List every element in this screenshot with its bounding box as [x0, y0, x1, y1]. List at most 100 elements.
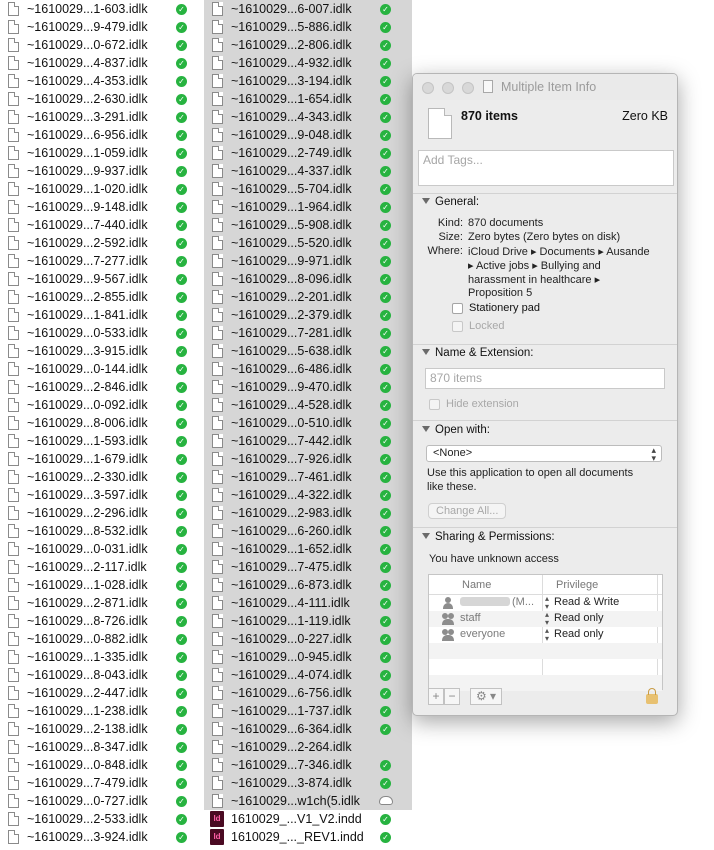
file-row[interactable]: ~1610029...4-322.idlk ✓ [204, 486, 412, 504]
file-row[interactable]: ~1610029...4-074.idlk ✓ [204, 666, 412, 684]
file-row[interactable]: ~1610029...1-238.idlk ✓ [0, 702, 200, 720]
file-row[interactable]: ~1610029...9-971.idlk ✓ [204, 252, 412, 270]
file-row[interactable]: ~1610029...3-291.idlk ✓ [0, 108, 200, 126]
file-row[interactable]: ~1610029...2-447.idlk ✓ [0, 684, 200, 702]
file-row[interactable]: ~1610029...5-638.idlk ✓ [204, 342, 412, 360]
permission-row[interactable]: staff ▴ ▾ Read only [429, 611, 662, 627]
file-row[interactable]: ~1610029...0-848.idlk ✓ [0, 756, 200, 774]
file-row[interactable]: ~1610029...2-201.idlk ✓ [204, 288, 412, 306]
file-row[interactable]: ~1610029...6-364.idlk ✓ [204, 720, 412, 738]
file-row[interactable]: ~1610029...1-679.idlk ✓ [0, 450, 200, 468]
file-row[interactable]: ~1610029...7-281.idlk ✓ [204, 324, 412, 342]
file-row[interactable]: ~1610029...2-983.idlk ✓ [204, 504, 412, 522]
file-row[interactable]: ~1610029...7-461.idlk ✓ [204, 468, 412, 486]
file-row[interactable]: ~1610029...0-227.idlk ✓ [204, 630, 412, 648]
file-row[interactable]: ~1610029...1-059.idlk ✓ [0, 144, 200, 162]
file-row[interactable]: ~1610029...1-964.idlk ✓ [204, 198, 412, 216]
file-row[interactable]: ~1610029...2-871.idlk ✓ [0, 594, 200, 612]
file-row[interactable]: ~1610029...4-111.idlk ✓ [204, 594, 412, 612]
file-row[interactable]: ~1610029...6-007.idlk ✓ [204, 0, 412, 18]
file-row[interactable]: ~1610029...1-028.idlk ✓ [0, 576, 200, 594]
file-row[interactable]: ~1610029...8-726.idlk ✓ [0, 612, 200, 630]
file-row[interactable]: ~1610029...7-440.idlk ✓ [0, 216, 200, 234]
file-row[interactable]: ~1610029...7-346.idlk ✓ [204, 756, 412, 774]
stationery-pad-checkbox[interactable] [452, 303, 463, 314]
file-row[interactable]: ~1610029...6-486.idlk ✓ [204, 360, 412, 378]
file-row[interactable]: ~1610029...5-704.idlk ✓ [204, 180, 412, 198]
add-user-button[interactable]: + [428, 688, 444, 705]
file-row[interactable]: Id 1610029_..._REV1.indd ✓ [204, 828, 412, 846]
remove-user-button[interactable]: − [444, 688, 460, 705]
file-row[interactable]: ~1610029...1-119.idlk ✓ [204, 612, 412, 630]
file-row[interactable]: ~1610029...0-727.idlk ✓ [0, 792, 200, 810]
sharing-permissions-section-toggle[interactable]: Sharing & Permissions: [422, 531, 555, 543]
file-row[interactable]: ~1610029...2-296.idlk ✓ [0, 504, 200, 522]
file-row[interactable]: ~1610029...8-006.idlk ✓ [0, 414, 200, 432]
file-row[interactable]: ~1610029...1-737.idlk ✓ [204, 702, 412, 720]
file-row[interactable]: ~1610029...9-470.idlk ✓ [204, 378, 412, 396]
file-row[interactable]: ~1610029...9-567.idlk ✓ [0, 270, 200, 288]
file-row[interactable]: ~1610029...9-048.idlk ✓ [204, 126, 412, 144]
file-row[interactable]: ~1610029...8-096.idlk ✓ [204, 270, 412, 288]
close-button[interactable] [422, 82, 434, 94]
file-row[interactable]: ~1610029...8-532.idlk ✓ [0, 522, 200, 540]
change-all-button[interactable]: Change All... [428, 503, 507, 519]
file-row[interactable]: ~1610029...2-855.idlk ✓ [0, 288, 200, 306]
file-row[interactable]: ~1610029...1-603.idlk ✓ [0, 0, 200, 18]
file-row[interactable]: ~1610029...2-846.idlk ✓ [0, 378, 200, 396]
disclosure-triangle-icon[interactable] [422, 426, 430, 432]
file-row[interactable]: ~1610029...7-479.idlk ✓ [0, 774, 200, 792]
window-titlebar[interactable]: Multiple Item Info [413, 74, 677, 100]
file-row[interactable]: ~1610029...3-915.idlk ✓ [0, 342, 200, 360]
file-row[interactable]: ~1610029...1-335.idlk ✓ [0, 648, 200, 666]
file-row[interactable]: ~1610029...1-652.idlk ✓ [204, 540, 412, 558]
file-row[interactable]: ~1610029...7-442.idlk ✓ [204, 432, 412, 450]
file-row[interactable]: ~1610029...2-264.idlk [204, 738, 412, 756]
privilege-popup-arrows-icon[interactable]: ▴ ▾ [545, 595, 549, 611]
privilege-popup-arrows-icon[interactable]: ▴ ▾ [545, 611, 549, 627]
file-row[interactable]: ~1610029...4-837.idlk ✓ [0, 54, 200, 72]
open-with-popup[interactable]: <None> ▴ ▾ [426, 445, 662, 463]
file-row[interactable]: ~1610029...1-020.idlk ✓ [0, 180, 200, 198]
file-row[interactable]: ~1610029...3-924.idlk ✓ [0, 828, 200, 846]
file-row[interactable]: ~1610029...5-520.idlk ✓ [204, 234, 412, 252]
file-row[interactable]: ~1610029...5-886.idlk ✓ [204, 18, 412, 36]
disclosure-triangle-icon[interactable] [422, 533, 430, 539]
file-row[interactable]: ~1610029...1-841.idlk ✓ [0, 306, 200, 324]
file-row[interactable]: ~1610029...2-592.idlk ✓ [0, 234, 200, 252]
column-header-privilege[interactable]: Privilege [556, 579, 598, 591]
file-row[interactable]: ~1610029...0-672.idlk ✓ [0, 36, 200, 54]
action-menu-button[interactable]: ⚙ ▾ [470, 688, 502, 705]
file-row[interactable]: Id 1610029_...V1_V2.indd ✓ [204, 810, 412, 828]
permission-privilege[interactable]: Read only [554, 628, 604, 640]
file-row[interactable]: ~1610029...0-882.idlk ✓ [0, 630, 200, 648]
file-row[interactable]: ~1610029...6-260.idlk ✓ [204, 522, 412, 540]
file-row[interactable]: ~1610029...2-330.idlk ✓ [0, 468, 200, 486]
cloud-icon[interactable] [379, 796, 393, 805]
file-row[interactable]: ~1610029...1-654.idlk ✓ [204, 90, 412, 108]
file-row[interactable]: ~1610029...9-148.idlk ✓ [0, 198, 200, 216]
file-row[interactable]: ~1610029...0-144.idlk ✓ [0, 360, 200, 378]
name-extension-section-toggle[interactable]: Name & Extension: [422, 347, 533, 359]
general-section-toggle[interactable]: General: [422, 196, 479, 208]
file-row[interactable]: ~1610029...w1ch(5.idlk [204, 792, 412, 810]
name-field[interactable]: 870 items [425, 368, 665, 389]
disclosure-triangle-icon[interactable] [422, 198, 430, 204]
file-row[interactable]: ~1610029...7-277.idlk ✓ [0, 252, 200, 270]
minimize-button[interactable] [442, 82, 454, 94]
zoom-button[interactable] [462, 82, 474, 94]
file-row[interactable]: ~1610029...6-956.idlk ✓ [0, 126, 200, 144]
file-row[interactable]: ~1610029...4-343.idlk ✓ [204, 108, 412, 126]
hide-extension-checkbox[interactable] [429, 399, 440, 410]
file-row[interactable]: ~1610029...7-475.idlk ✓ [204, 558, 412, 576]
file-row[interactable]: ~1610029...4-353.idlk ✓ [0, 72, 200, 90]
file-row[interactable]: ~1610029...2-749.idlk ✓ [204, 144, 412, 162]
file-row[interactable]: ~1610029...2-117.idlk ✓ [0, 558, 200, 576]
file-row[interactable]: ~1610029...4-528.idlk ✓ [204, 396, 412, 414]
file-row[interactable]: ~1610029...2-533.idlk ✓ [0, 810, 200, 828]
open-with-section-toggle[interactable]: Open with: [422, 424, 490, 436]
file-row[interactable]: ~1610029...3-597.idlk ✓ [0, 486, 200, 504]
file-row[interactable]: ~1610029...4-337.idlk ✓ [204, 162, 412, 180]
file-row[interactable]: ~1610029...3-874.idlk ✓ [204, 774, 412, 792]
file-row[interactable]: ~1610029...5-908.idlk ✓ [204, 216, 412, 234]
